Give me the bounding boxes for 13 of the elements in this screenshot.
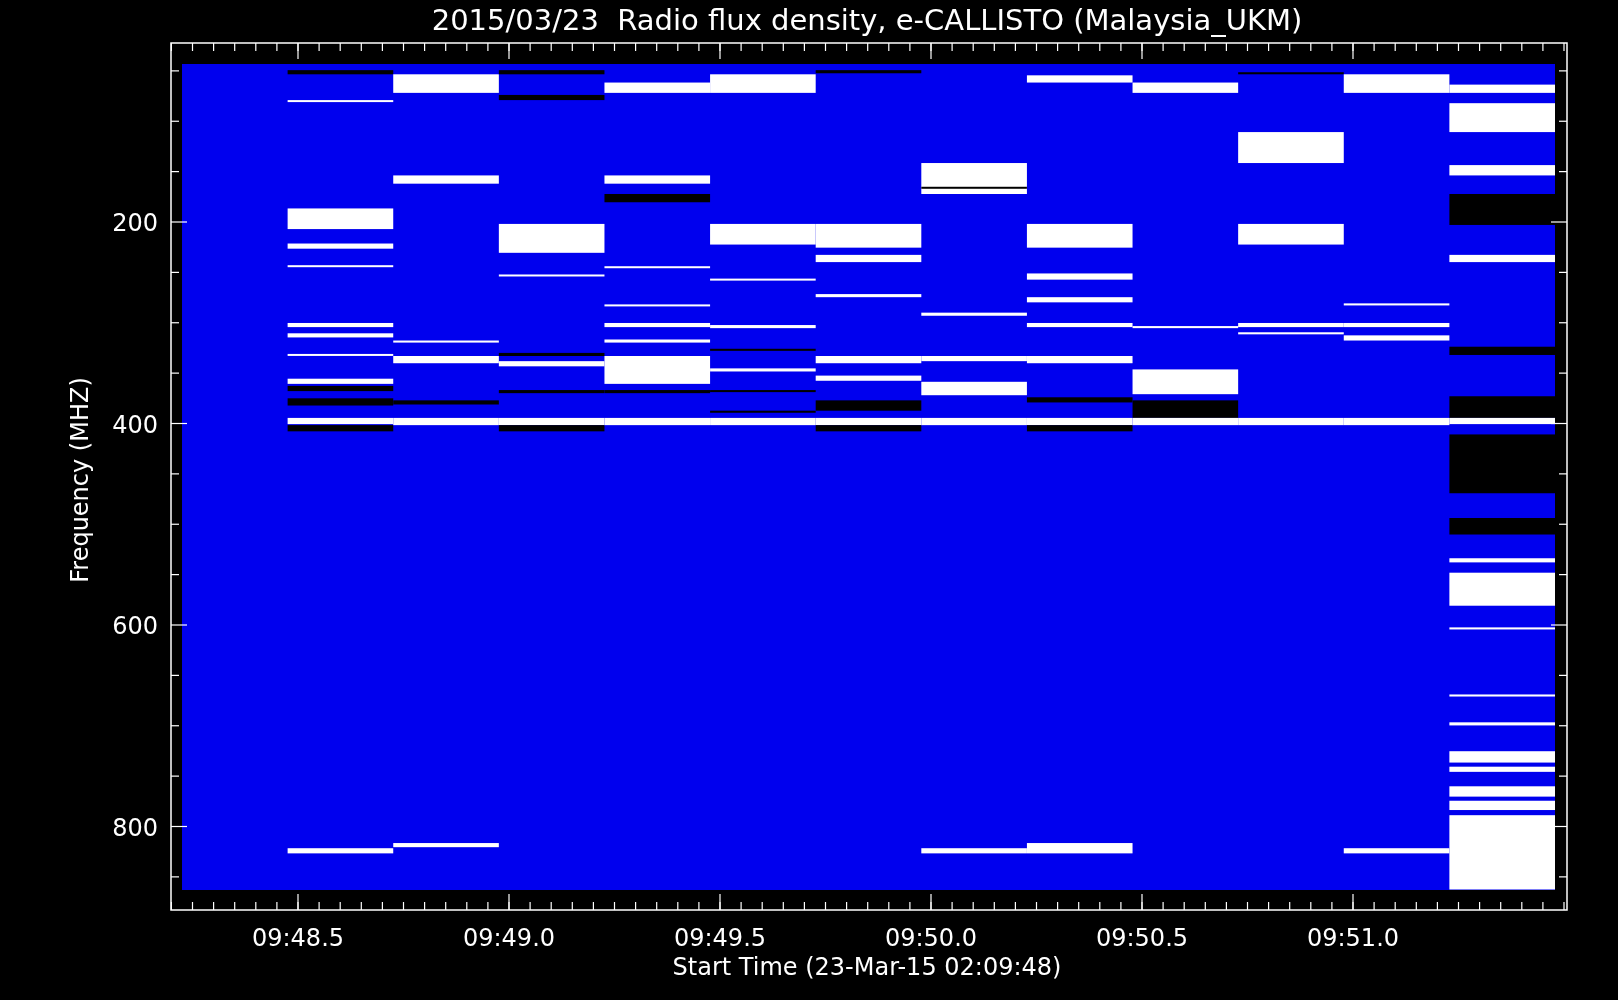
x-tick-label: 09:48.5 <box>251 924 345 952</box>
y-tick-label: 800 <box>112 813 158 842</box>
x-tick-label: 09:49.5 <box>673 924 767 952</box>
y-tick-label: 200 <box>112 209 158 237</box>
chart-title: 2015/03/23 Radio flux density, e-CALLISTO (Malaysia_UKM) <box>431 3 1303 37</box>
x-tick-label: 09:50.5 <box>1095 924 1189 952</box>
y-tick-label: 600 <box>112 612 158 640</box>
x-tick-label: 09:49.0 <box>462 924 556 952</box>
x-tick-label: 09:51.0 <box>1306 924 1400 952</box>
y-axis-label: Frequency (MHZ) <box>66 377 94 583</box>
x-axis-label: Start Time (23-Mar-15 02:09:48) <box>672 953 1062 981</box>
x-tick-label: 09:50.0 <box>884 924 978 952</box>
y-tick-label: 400 <box>112 410 158 439</box>
